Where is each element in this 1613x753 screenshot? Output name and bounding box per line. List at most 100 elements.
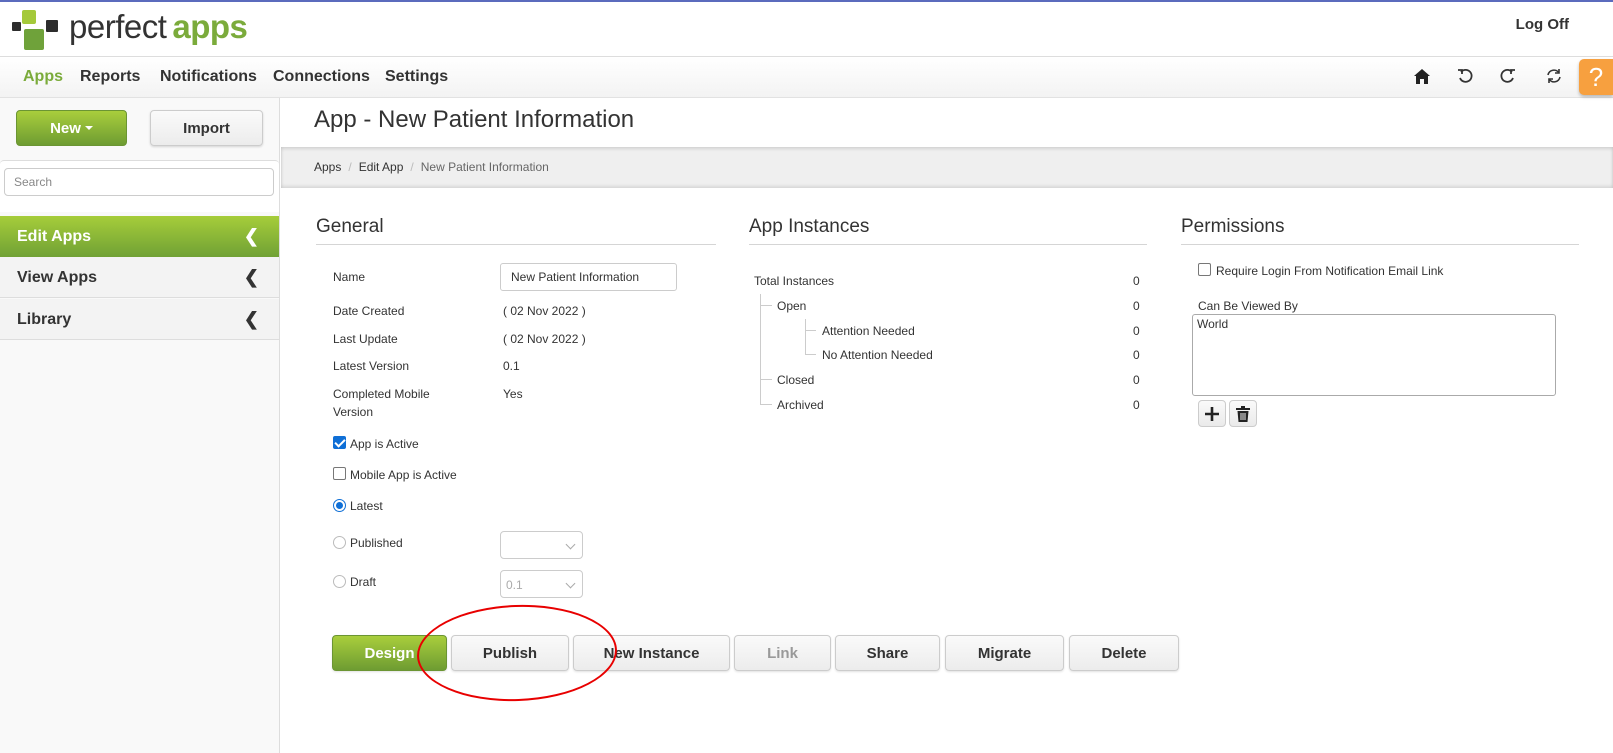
redo-icon[interactable] [1497,65,1519,87]
brand-name: perfect apps [69,8,248,46]
no-attention-needed-count: 0 [1133,348,1140,362]
app-header: perfect apps Log Off [0,2,1613,56]
draft-version-value: 0.1 [506,578,523,592]
tree-connector [760,379,772,380]
total-instances-label: Total Instances [754,274,835,288]
new-button[interactable]: New [16,110,127,146]
logoff-link[interactable]: Log Off [1516,16,1569,33]
sidebar-item-label: View Apps [17,269,98,286]
viewed-by-label: Can Be Viewed By [1198,299,1298,313]
chevron-left-icon: ❮ [243,226,259,246]
search-input[interactable] [4,168,274,196]
brand-part-perfect: perfect [69,8,167,45]
tree-connector [805,319,806,355]
home-icon[interactable] [1411,65,1433,87]
page-title: App - New Patient Information [314,106,635,133]
breadcrumb-separator: / [348,160,352,174]
chevron-left-icon: ❮ [243,267,259,287]
draft-version-select[interactable]: 0.1 [500,570,583,598]
remove-viewer-button[interactable] [1229,400,1257,427]
general-heading: General [316,216,384,237]
tree-connector [760,305,772,306]
app-active-label: App is Active [350,437,419,451]
search-container [0,160,279,212]
date-created-value: ( 02 Nov 2022 ) [503,304,586,318]
chevron-down-icon [565,539,576,550]
add-viewer-button[interactable] [1198,400,1226,427]
total-instances-count: 0 [1133,274,1140,288]
draft-radio[interactable] [333,575,346,588]
permissions-heading: Permissions [1181,216,1285,237]
instances-divider [749,244,1147,245]
sidebar-item-label: Library [17,311,72,328]
completed-mobile-label-line2: Version [333,405,374,419]
migrate-button[interactable]: Migrate [945,635,1064,671]
closed-count: 0 [1133,373,1140,387]
tree-connector [805,354,816,355]
attention-needed-count: 0 [1133,324,1140,338]
mobile-active-label: Mobile App is Active [350,468,457,482]
draft-radio-label: Draft [350,575,377,589]
tree-connector [760,294,761,405]
latest-version-label: Latest Version [333,359,410,373]
general-divider [316,244,716,245]
trash-icon [1236,405,1250,422]
undo-icon[interactable] [1454,65,1476,87]
plus-icon [1205,406,1219,421]
latest-version-value: 0.1 [503,359,520,373]
delete-button[interactable]: Delete [1069,635,1179,671]
completed-mobile-value: Yes [503,387,523,401]
publish-button[interactable]: Publish [451,635,569,671]
tree-connector [760,404,772,405]
sidebar-item-library[interactable]: Library ❮ [0,299,279,340]
nav-notifications[interactable]: Notifications [160,68,257,86]
viewed-by-item[interactable]: World [1197,317,1551,331]
published-radio[interactable] [333,536,346,549]
design-button[interactable]: Design [332,635,447,671]
tree-connector [805,330,816,331]
permissions-divider [1181,244,1579,245]
mobile-active-checkbox[interactable] [333,467,346,480]
latest-radio-label: Latest [350,499,383,513]
require-login-label: Require Login From Notification Email Li… [1216,264,1444,278]
import-button[interactable]: Import [150,110,263,146]
instances-heading: App Instances [749,216,870,237]
new-button-label: New [50,119,81,137]
link-button[interactable]: Link [734,635,831,671]
sidebar-item-view-apps[interactable]: View Apps ❮ [0,257,279,298]
app-active-checkbox[interactable] [333,436,346,449]
require-login-checkbox[interactable] [1198,263,1211,276]
published-radio-label: Published [350,536,403,550]
new-instance-button[interactable]: New Instance [573,635,730,671]
nav-connections[interactable]: Connections [273,68,370,86]
nav-settings[interactable]: Settings [385,68,448,86]
name-field[interactable] [500,263,677,291]
latest-radio[interactable] [333,499,346,512]
breadcrumb-edit-app[interactable]: Edit App [359,160,404,174]
open-label: Open [777,299,807,313]
nav-reports[interactable]: Reports [80,68,140,86]
nav-apps[interactable]: Apps [23,68,63,86]
sync-icon[interactable] [1543,65,1565,87]
archived-count: 0 [1133,398,1140,412]
attention-needed-label: Attention Needed [822,324,915,338]
sidebar: New Import Edit Apps ❮ View Apps ❮ Libra… [0,98,280,753]
date-created-label: Date Created [333,304,405,318]
open-count: 0 [1133,299,1140,313]
share-button[interactable]: Share [835,635,940,671]
last-update-value: ( 02 Nov 2022 ) [503,332,586,346]
breadcrumb: Apps / Edit App / New Patient Information [281,147,1613,188]
last-update-label: Last Update [333,332,398,346]
help-button[interactable]: ? [1579,59,1613,95]
top-nav: Apps Reports Notifications Connections S… [0,56,1613,98]
viewed-by-list[interactable]: World [1192,314,1556,396]
breadcrumb-apps[interactable]: Apps [314,160,341,174]
name-label: Name [333,270,366,284]
sidebar-item-edit-apps[interactable]: Edit Apps ❮ [0,216,279,257]
breadcrumb-separator: / [410,160,414,174]
no-attention-needed-label: No Attention Needed [822,348,933,362]
sidebar-item-label: Edit Apps [17,228,92,245]
published-version-select[interactable] [500,531,583,559]
completed-mobile-label: Completed Mobile [333,387,430,401]
brand-part-apps: apps [172,8,248,45]
